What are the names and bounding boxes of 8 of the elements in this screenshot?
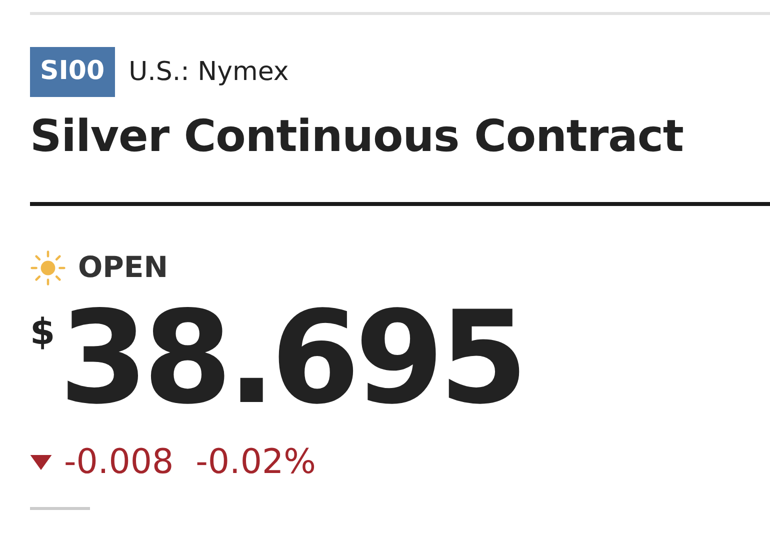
change-amount: -0.008 <box>64 444 174 482</box>
change-percent: -0.02% <box>196 444 316 482</box>
market-status: OPEN <box>78 253 168 282</box>
instrument-title: Silver Continuous Contract <box>30 110 684 164</box>
exchange-label: U.S.: Nymex <box>128 56 289 87</box>
ticker-badge: SI00 <box>30 47 115 97</box>
currency-symbol: $ <box>30 312 56 353</box>
price-value: 38.695 <box>59 292 523 426</box>
